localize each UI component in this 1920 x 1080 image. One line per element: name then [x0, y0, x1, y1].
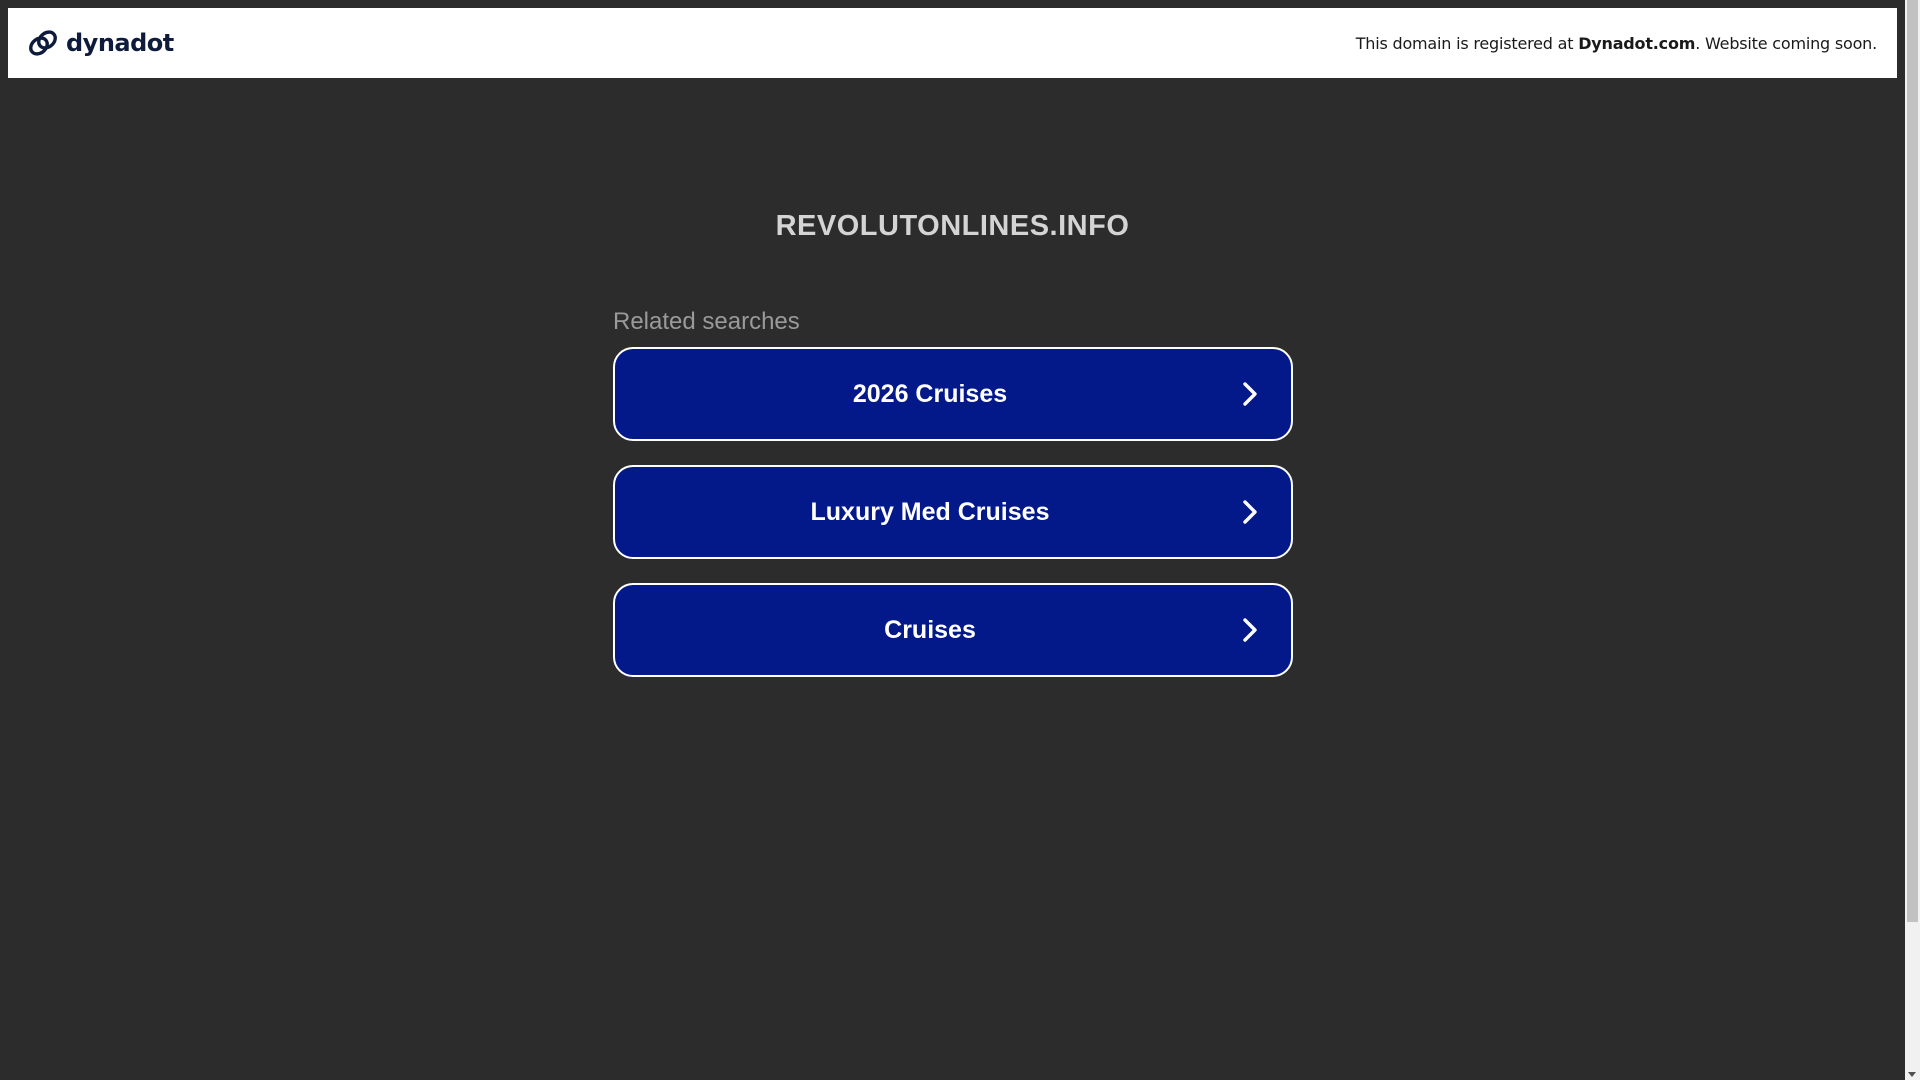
brand-logo-link[interactable]: dynadot [26, 26, 174, 60]
scrollbar-thumb[interactable] [1907, 0, 1918, 922]
scroll-down-arrow-icon[interactable] [1908, 1072, 1916, 1077]
chevron-right-icon [1243, 500, 1257, 524]
related-search-link[interactable]: Luxury Med Cruises [613, 465, 1293, 559]
related-search-link[interactable]: Cruises [613, 583, 1293, 677]
related-search-label: 2026 Cruises [852, 379, 1008, 408]
related-search-label: Cruises [884, 615, 976, 644]
dynadot-logo-icon [29, 30, 57, 56]
registrar-link[interactable]: Dynadot.com [1578, 34, 1695, 53]
related-searches-heading: Related searches [613, 308, 800, 335]
brand-name: dynadot [66, 29, 174, 57]
related-search-link[interactable]: 2026 Cruises [613, 347, 1293, 441]
registration-notice: This domain is registered at Dynadot.com… [1356, 34, 1877, 53]
notice-prefix: This domain is registered at [1355, 33, 1579, 53]
chevron-right-icon [1243, 618, 1257, 642]
notice-suffix: . Website coming soon. [1695, 33, 1877, 53]
related-search-label: Luxury Med Cruises [810, 497, 1050, 526]
top-bar: dynadot This domain is registered at Dyn… [8, 8, 1897, 78]
chevron-right-icon [1243, 382, 1257, 406]
related-searches: Related searches 2026 Cruises Luxury Med… [613, 308, 1293, 701]
page: dynadot This domain is registered at Dyn… [0, 0, 1905, 1080]
vertical-scrollbar[interactable] [1905, 0, 1920, 1080]
domain-title: REVOLUTONLINES.INFO [775, 210, 1130, 242]
